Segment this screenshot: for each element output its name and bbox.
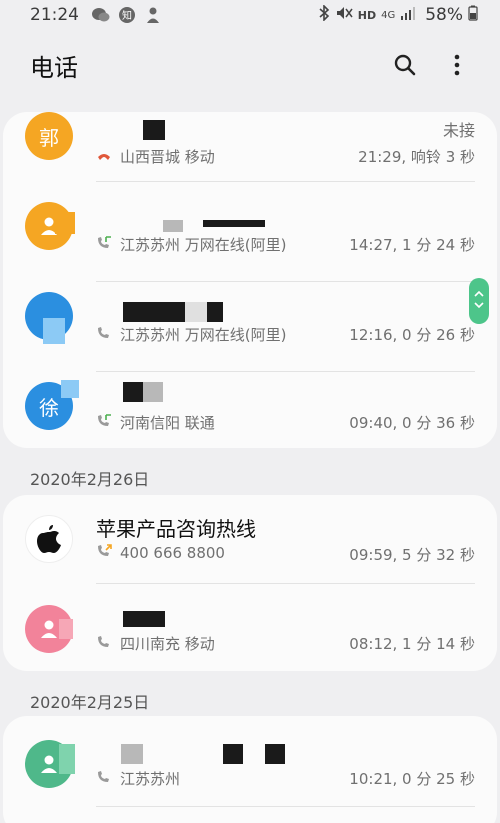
call-location: 江苏苏州 万网在线(阿里) bbox=[120, 326, 287, 344]
call-detail: 山西晋城 移动 bbox=[96, 146, 215, 167]
call-time: 14:27, 1 分 24 秒 bbox=[349, 236, 475, 254]
fast-scroll-handle[interactable] bbox=[469, 278, 489, 324]
call-log-card-3: 江苏苏州 10:21, 0 分 25 秒 bbox=[3, 716, 497, 823]
call-detail: 江苏苏州 万网在线(阿里) bbox=[96, 324, 286, 345]
redacted-name bbox=[143, 382, 163, 402]
hd-label: HD bbox=[357, 8, 377, 22]
call-time: 21:29, 响铃 3 秒 bbox=[358, 148, 475, 166]
redacted-name bbox=[203, 220, 265, 227]
call-location: 江苏苏州 bbox=[120, 770, 181, 788]
status-right: HD 4G 58% bbox=[318, 4, 478, 25]
incoming-call-icon bbox=[96, 326, 114, 344]
redacted-name bbox=[223, 744, 243, 764]
call-location: 山西晋城 移动 bbox=[120, 148, 215, 166]
avatar-initial: 郭 bbox=[39, 125, 59, 150]
avatar bbox=[25, 740, 75, 788]
missed-call-label: 未接 bbox=[442, 121, 475, 140]
call-log-row[interactable]: 江苏苏州 万网在线(阿里) 12:16, 0 分 26 秒 bbox=[3, 282, 497, 372]
person-status-icon bbox=[143, 6, 163, 24]
bluetooth-icon bbox=[318, 4, 330, 25]
redacted-name bbox=[207, 302, 223, 322]
call-time: 09:40, 0 分 36 秒 bbox=[349, 414, 475, 432]
redacted-name bbox=[163, 220, 183, 232]
search-icon[interactable] bbox=[392, 52, 418, 78]
call-location: 河南信阳 联通 bbox=[120, 414, 215, 432]
call-detail: 四川南充 移动 bbox=[96, 633, 215, 654]
call-time: 09:59, 5 分 32 秒 bbox=[349, 546, 475, 564]
redacted-name bbox=[123, 302, 185, 322]
wechat-icon bbox=[91, 6, 111, 24]
call-detail: 江苏苏州 万网在线(阿里) bbox=[96, 234, 286, 255]
divider bbox=[96, 806, 475, 807]
call-location: 江苏苏州 万网在线(阿里) bbox=[120, 236, 287, 254]
incoming-call-icon bbox=[96, 770, 114, 788]
redacted-name bbox=[265, 744, 285, 764]
status-bar: 21:24 知 HD 4G 58% bbox=[0, 0, 500, 30]
call-location: 四川南充 移动 bbox=[120, 635, 215, 653]
call-detail: 河南信阳 联通 bbox=[96, 412, 215, 433]
call-time: 10:21, 0 分 25 秒 bbox=[349, 770, 475, 788]
avatar bbox=[25, 605, 73, 653]
incoming-call-icon bbox=[96, 413, 114, 432]
app-bar: 电话 bbox=[0, 30, 500, 100]
status-time: 21:24 bbox=[30, 5, 79, 25]
avatar: 徐 bbox=[25, 380, 79, 430]
redacted-name bbox=[121, 744, 143, 764]
chevron-down-icon bbox=[474, 301, 484, 313]
call-log-card-1: 郭 未接 山西晋城 移动 21:29, 响铃 3 秒 江苏苏州 万网在线(阿里)… bbox=[3, 112, 497, 448]
incoming-call-icon bbox=[96, 235, 114, 254]
call-log-row[interactable]: 郭 未接 山西晋城 移动 21:29, 响铃 3 秒 bbox=[3, 112, 497, 192]
more-vert-icon[interactable] bbox=[444, 52, 470, 78]
svg-text:知: 知 bbox=[122, 9, 132, 22]
incoming-call-icon bbox=[96, 635, 114, 653]
person-icon bbox=[41, 755, 57, 773]
person-icon bbox=[41, 620, 57, 638]
date-header: 2020年2月25日 bbox=[30, 693, 150, 712]
avatar-initial: 徐 bbox=[39, 395, 59, 420]
chevron-up-icon bbox=[474, 289, 484, 301]
call-number: 400 666 8800 bbox=[120, 544, 225, 562]
battery-percentage: 58% bbox=[425, 5, 463, 25]
call-log-row[interactable]: 江苏苏州 万网在线(阿里) 14:27, 1 分 24 秒 bbox=[3, 192, 497, 282]
redacted-name bbox=[123, 382, 143, 402]
call-log-card-2: 苹果产品咨询热线 400 666 8800 09:59, 5 分 32 秒 四川… bbox=[3, 495, 497, 671]
redacted-name bbox=[185, 302, 207, 322]
outgoing-call-icon bbox=[96, 544, 114, 562]
call-log-row[interactable]: 江苏苏州 10:21, 0 分 25 秒 bbox=[3, 716, 497, 807]
avatar: 郭 bbox=[25, 112, 73, 160]
call-log-row[interactable]: 四川南充 移动 08:12, 1 分 14 秒 bbox=[3, 583, 497, 671]
missed-call-icon bbox=[96, 148, 114, 166]
network-label: 4G bbox=[381, 9, 396, 21]
contact-name: 苹果产品咨询热线 bbox=[96, 517, 256, 541]
call-detail: 江苏苏州 bbox=[96, 768, 180, 789]
signal-icon bbox=[400, 6, 416, 24]
app-notification-icon: 知 bbox=[117, 6, 137, 24]
redacted-name bbox=[143, 120, 165, 140]
avatar bbox=[25, 292, 73, 344]
page-title: 电话 bbox=[30, 53, 78, 82]
call-log-row[interactable]: 苹果产品咨询热线 400 666 8800 09:59, 5 分 32 秒 bbox=[3, 495, 497, 585]
redacted-name bbox=[123, 611, 165, 627]
call-log-row[interactable]: 徐 河南信阳 联通 09:40, 0 分 36 秒 bbox=[3, 372, 497, 448]
divider bbox=[96, 181, 475, 182]
avatar bbox=[25, 202, 75, 250]
mute-icon bbox=[335, 5, 353, 25]
call-time: 08:12, 1 分 14 秒 bbox=[349, 635, 475, 653]
apple-icon bbox=[37, 525, 61, 553]
call-time: 12:16, 0 分 26 秒 bbox=[349, 326, 475, 344]
call-detail: 400 666 8800 bbox=[96, 544, 225, 562]
battery-icon bbox=[468, 5, 478, 25]
date-header: 2020年2月26日 bbox=[30, 470, 150, 489]
avatar bbox=[25, 515, 73, 563]
